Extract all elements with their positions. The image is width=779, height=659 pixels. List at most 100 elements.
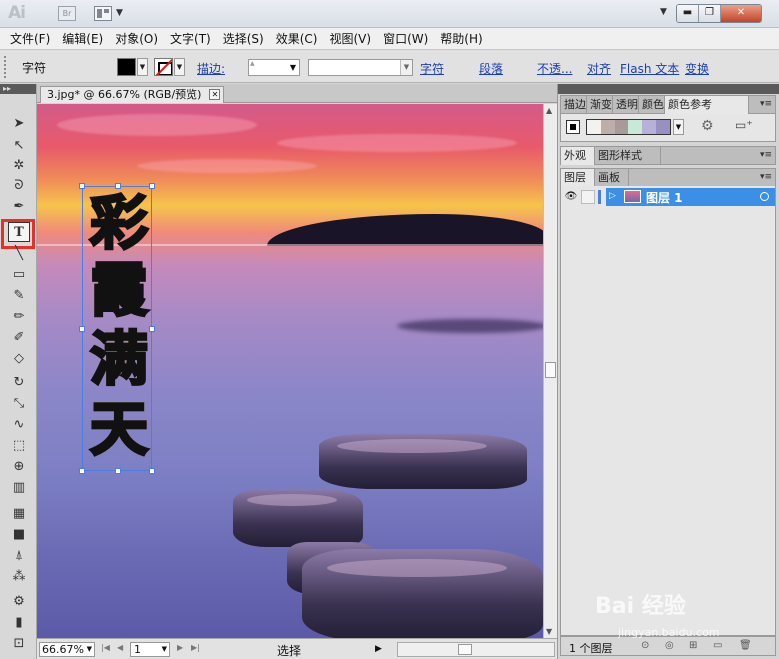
artboard-tool-icon[interactable]: ⊡ [8,634,30,654]
mesh-tool-icon[interactable]: ▦ [8,504,30,524]
chevron-down-icon[interactable]: ▼ [673,119,684,135]
control-bar-grip[interactable] [4,56,8,78]
maximize-button[interactable]: ❐ [699,5,721,22]
fill-color-swatch[interactable] [117,58,136,76]
chevron-down-icon[interactable]: ▼ [290,63,296,72]
scroll-up-icon[interactable]: ▲ [546,106,552,115]
vertical-text-char[interactable]: 霞 [86,256,152,325]
delete-layer-icon[interactable]: 🗑 [739,640,752,651]
base-color-swatch[interactable] [566,120,580,134]
harmony-swatch[interactable] [656,120,670,134]
menu-object[interactable]: 对象(O) [109,28,164,49]
stroke-link[interactable]: 描边: [197,60,225,77]
workspace-chevron-icon[interactable]: ▼ [660,7,667,17]
stroke-dropdown-icon[interactable]: ▼ [174,58,185,76]
panel-menu-icon[interactable]: ▾≡ [760,172,772,182]
direct-selection-tool-icon[interactable]: ↖ [8,136,30,156]
eyedropper-tool-icon[interactable]: ⍋ [8,546,30,566]
graph-tool-icon[interactable]: ▥ [8,478,30,498]
tab-color[interactable]: 颜色 [639,96,665,114]
vertical-text-char[interactable]: 彩 [86,189,152,258]
eraser-tool-icon[interactable]: ◇ [8,349,30,369]
resize-handle[interactable] [79,468,85,474]
line-tool-icon[interactable]: ╲ [8,244,30,264]
resize-handle[interactable] [115,468,121,474]
pencil-tool-icon[interactable]: ✏ [8,307,30,327]
menu-view[interactable]: 视图(V) [323,28,377,49]
opacity-link[interactable]: 不透... [537,60,572,77]
flash-text-link[interactable]: Flash 文本 [620,60,679,77]
layer-row[interactable]: 👁 ▷ 图层 1 [561,188,775,206]
tab-color-guide[interactable]: 颜色参考 [665,96,749,114]
new-sublayer-icon[interactable]: ⊞ [689,640,697,651]
warp-tool-icon[interactable]: ∿ [8,415,30,435]
visibility-eye-icon[interactable]: 👁 [564,190,578,204]
layer-item[interactable]: ▷ 图层 1 [606,188,775,206]
character-link[interactable]: 字符 [420,60,444,77]
lasso-tool-icon[interactable]: ᘐ [8,176,30,196]
blend-tool-icon[interactable]: ⁂ [8,567,30,587]
tools-panel-header[interactable]: ▸▸ [0,84,36,94]
chevron-down-icon[interactable]: ▼ [87,643,92,656]
menu-effect[interactable]: 效果(C) [270,28,324,49]
menu-help[interactable]: 帮助(H) [434,28,488,49]
column-graph-tool-icon[interactable]: ▮ [8,613,30,633]
blob-brush-tool-icon[interactable]: ✐ [8,328,30,348]
resize-handle[interactable] [79,326,85,332]
chevron-down-icon[interactable]: ▼ [400,60,412,75]
harmony-color-strip[interactable] [586,119,671,135]
menu-select[interactable]: 选择(S) [217,28,270,49]
transform-link[interactable]: 变换 [685,60,709,77]
menu-window[interactable]: 窗口(W) [377,28,434,49]
add-swatch-icon[interactable]: ▭⁺ [735,118,753,132]
tab-appearance[interactable]: 外观 [561,147,595,165]
prev-page-icon[interactable]: ◀ [117,643,123,652]
stroke-color-swatch[interactable] [154,58,173,76]
fill-dropdown-icon[interactable]: ▼ [137,58,148,76]
first-page-icon[interactable]: |◀ [101,643,110,652]
minimize-button[interactable]: ▬ [677,5,699,22]
document-tab[interactable]: 3.jpg* @ 66.67% (RGB/预览) ✕ [40,86,225,103]
tab-gradient[interactable]: 渐变 [587,96,613,114]
vertical-text-char[interactable]: 满 [86,325,152,394]
tab-artboards[interactable]: 画板 [595,169,629,187]
tab-transparency[interactable]: 透明度 [613,96,639,114]
free-transform-tool-icon[interactable]: ⬚ [8,436,30,456]
chevron-down-icon[interactable]: ▼ [116,8,123,18]
harmony-swatch[interactable] [628,120,643,134]
symbol-sprayer-tool-icon[interactable]: ⚙ [8,592,30,612]
selection-tool-icon[interactable]: ➤ [8,114,30,134]
panel-menu-icon[interactable]: ▾≡ [760,99,772,109]
close-button[interactable]: ✕ [721,5,761,22]
scroll-thumb[interactable] [458,644,472,655]
tab-stroke[interactable]: 描边 [561,96,587,114]
stepper-icon[interactable]: ▲ [250,60,255,67]
brush-style-select[interactable]: ▼ [308,59,413,76]
gradient-tool-icon[interactable]: ■ [8,525,30,545]
tab-layers[interactable]: 图层 [561,169,595,187]
harmony-swatch[interactable] [600,120,615,134]
harmony-swatch[interactable] [614,120,629,134]
vertical-text-char[interactable]: 天 [86,395,152,464]
paintbrush-tool-icon[interactable]: ✎ [8,286,30,306]
scroll-down-icon[interactable]: ▼ [546,627,552,636]
expand-triangle-icon[interactable]: ▷ [609,191,616,201]
align-link[interactable]: 对齐 [587,60,611,77]
bridge-button[interactable]: Br [58,6,76,21]
new-layer-icon[interactable]: ▭ [713,640,722,651]
gear-icon[interactable]: ⚙ [701,118,714,134]
last-page-icon[interactable]: ▶| [191,643,200,652]
target-circle-icon[interactable] [760,192,769,201]
clipping-mask-icon[interactable]: ◎ [665,640,674,651]
scroll-thumb[interactable] [545,362,556,378]
resize-handle[interactable] [149,468,155,474]
locate-object-icon[interactable]: ⊙ [641,640,649,651]
magic-wand-tool-icon[interactable]: ✲ [8,156,30,176]
close-icon[interactable]: ✕ [209,89,221,100]
harmony-swatch[interactable] [587,120,601,134]
artboard-canvas[interactable]: 彩 霞 满 天 [37,104,543,638]
next-page-icon[interactable]: ▶ [177,643,183,652]
panel-menu-icon[interactable]: ▾≡ [760,150,772,160]
status-menu-icon[interactable]: ▶ [375,644,382,654]
lock-toggle[interactable] [581,190,595,204]
